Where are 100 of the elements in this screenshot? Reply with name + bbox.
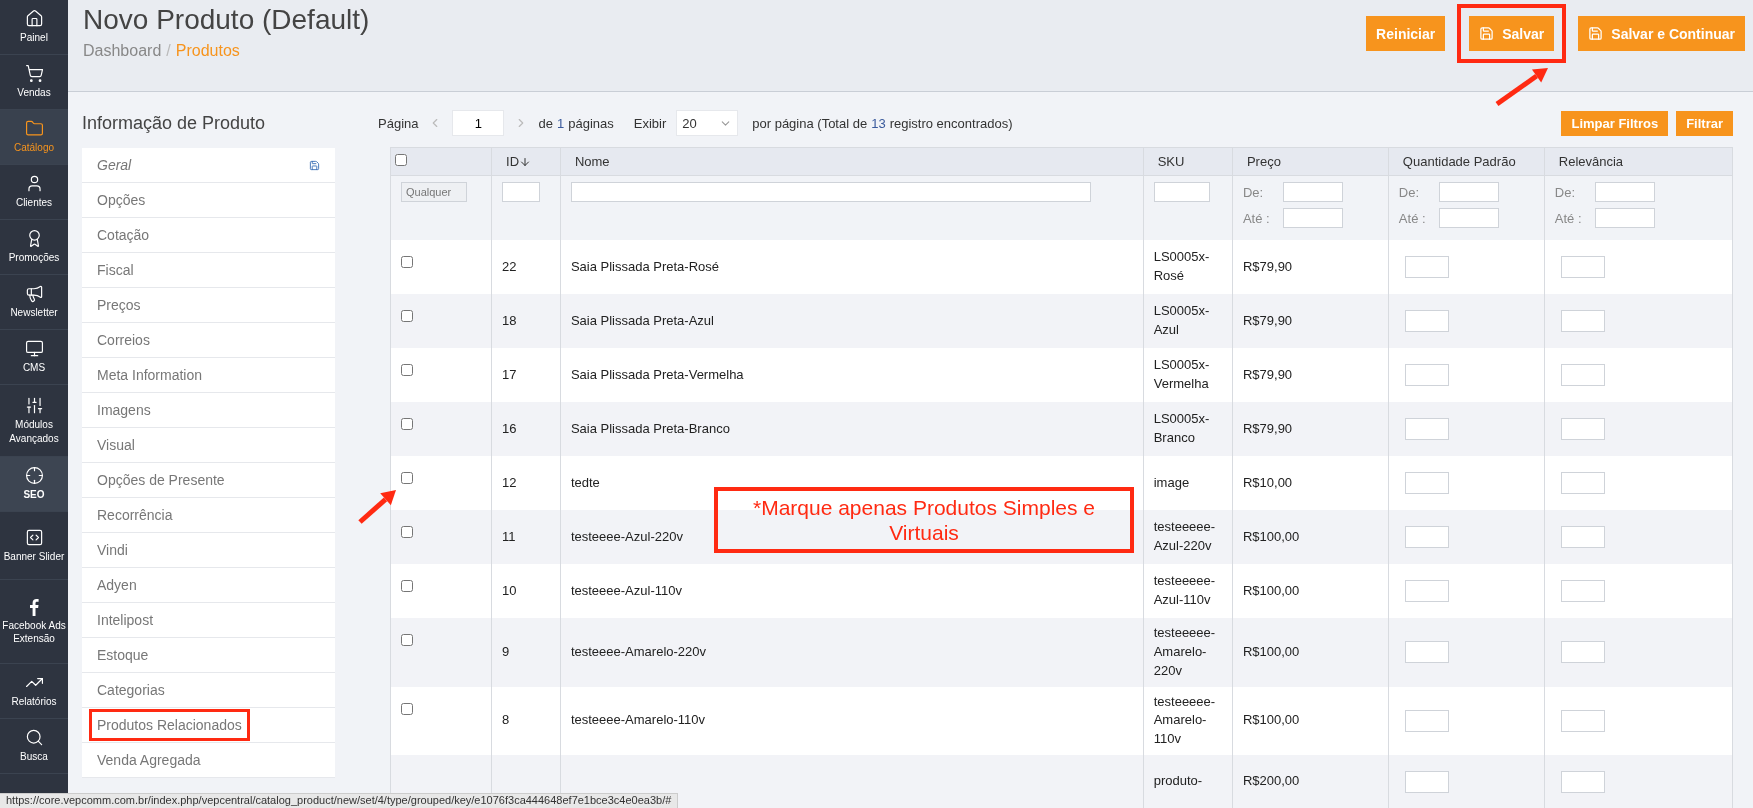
relevance-field[interactable] [1560, 418, 1605, 440]
to-label: Até : [1398, 210, 1426, 226]
quantity-field[interactable] [1404, 526, 1449, 548]
quantity-field[interactable] [1404, 472, 1449, 494]
nav-item[interactable]: Facebook Ads Extensão [0, 580, 68, 664]
nav-icon [24, 466, 44, 486]
page-field[interactable]: 1 [452, 110, 505, 136]
nav-item[interactable]: Banner Slider [0, 512, 68, 580]
price-cell: R$79,90 [1242, 312, 1293, 328]
id-cell: 10 [502, 582, 517, 598]
relevance-field[interactable] [1560, 256, 1605, 278]
relevance-field[interactable] [1560, 770, 1605, 793]
quantity-field[interactable] [1404, 641, 1449, 664]
nav-item[interactable]: Busca [0, 719, 68, 774]
id-cell: 12 [502, 474, 517, 490]
to-field[interactable] [1594, 208, 1655, 228]
quantity-field[interactable] [1404, 310, 1449, 332]
relevance-field[interactable] [1560, 472, 1605, 494]
from-field[interactable] [1594, 182, 1655, 202]
panel-tab[interactable]: Meta Information [82, 358, 335, 393]
pager-label: Página [378, 115, 419, 131]
type-select[interactable]: Qualquer [401, 182, 467, 202]
panel-tab[interactable]: Correios [82, 323, 335, 358]
sku-cell-text: image [1153, 473, 1191, 492]
panel-tab[interactable]: Preços [82, 288, 335, 323]
name-cell: Saia Plissada Preta-Branco [570, 420, 730, 436]
panel-tab[interactable]: Recorrência [82, 498, 335, 533]
column-header[interactable]: SKU [1143, 147, 1233, 176]
nav-item[interactable]: Relatórios [0, 664, 68, 719]
panel-tab[interactable]: Opções [82, 183, 335, 218]
row-checkbox[interactable] [401, 256, 413, 268]
name-cell: Saia Plissada Preta-Azul [570, 312, 714, 328]
relevance-field[interactable] [1560, 364, 1605, 386]
quantity-field[interactable] [1404, 364, 1449, 386]
relevance-field[interactable] [1560, 641, 1605, 664]
relevance-field[interactable] [1560, 709, 1605, 732]
panel-tab[interactable]: Estoque [82, 638, 335, 673]
from-field[interactable] [1438, 182, 1499, 202]
panel-tab[interactable]: Cotação [82, 218, 335, 253]
panel-tab[interactable]: Vindi [82, 533, 335, 568]
row-checkbox[interactable] [401, 580, 413, 592]
sku-cell-text: LS0005x-Azul [1153, 302, 1211, 339]
quantity-field[interactable] [1404, 709, 1449, 732]
nav-item[interactable]: Catálogo [0, 110, 68, 165]
panel-tab[interactable]: Adyen [82, 568, 335, 603]
from-label: De: [1398, 184, 1420, 200]
from-field[interactable] [1282, 182, 1343, 202]
column-header[interactable]: Nome [560, 147, 1144, 176]
panel-tab[interactable]: Opções de Presente [82, 463, 335, 498]
panel-tab[interactable]: Fiscal [82, 253, 335, 288]
select-all-checkbox[interactable] [395, 154, 407, 166]
annotation-arrow [1495, 68, 1548, 107]
nav-item[interactable]: Newsletter [0, 275, 68, 330]
panel-tab[interactable]: Imagens [82, 393, 335, 428]
panel-tab[interactable]: Categorias [82, 673, 335, 708]
column-header[interactable]: Preço [1232, 147, 1389, 176]
row-checkbox[interactable] [401, 418, 413, 430]
breadcrumb-separator: / [166, 42, 171, 60]
column-header[interactable]: Quantidade Padrão [1388, 147, 1545, 176]
to-field[interactable] [1282, 208, 1343, 228]
nav-item[interactable]: Promoções [0, 220, 68, 275]
quantity-field[interactable] [1404, 770, 1449, 793]
id-cell: 11 [502, 528, 516, 544]
panel-tab[interactable]: Intelipost [82, 603, 335, 638]
panel-tab[interactable]: Produtos Relacionados [82, 708, 335, 743]
relevance-field[interactable] [1560, 310, 1605, 332]
row-checkbox[interactable] [401, 702, 413, 715]
save-icon [1588, 26, 1604, 41]
quantity-field[interactable] [1404, 418, 1449, 440]
page-title: Novo Produto (Default) [83, 4, 370, 36]
column-header[interactable]: ID [491, 147, 561, 176]
to-field[interactable] [1438, 208, 1499, 228]
panel-tab[interactable]: Geral [82, 148, 335, 183]
relevance-field[interactable] [1560, 526, 1605, 548]
row-checkbox[interactable] [401, 634, 413, 646]
sku-filter-field[interactable] [1153, 182, 1210, 202]
nav-item[interactable]: Clientes [0, 165, 68, 220]
price-cell: R$79,90 [1242, 258, 1293, 274]
quantity-field[interactable] [1404, 580, 1449, 602]
row-checkbox[interactable] [401, 526, 413, 538]
quantity-field[interactable] [1404, 256, 1449, 278]
id-filter-field[interactable] [502, 182, 541, 202]
panel-tab[interactable]: Visual [82, 428, 335, 463]
nav-item[interactable]: SEO [0, 457, 68, 512]
to-label: Até : [1242, 210, 1270, 226]
column-header[interactable]: Relevância [1544, 147, 1733, 176]
panel-title: Informação de Produto [82, 112, 267, 135]
name-cell: testeeee-Amarelo-110v [570, 712, 706, 728]
row-checkbox[interactable] [401, 364, 413, 376]
relevance-field[interactable] [1560, 580, 1605, 602]
nav-icon [24, 64, 44, 84]
row-checkbox[interactable] [401, 472, 413, 484]
nav-item[interactable]: CMS [0, 330, 68, 385]
save-icon [309, 159, 320, 171]
name-filter-field[interactable] [570, 182, 1091, 202]
name-cell: testeeee-Azul-220v [570, 528, 683, 544]
panel-tab[interactable]: Venda Agregada [82, 743, 335, 778]
per-page-select[interactable]: 20 [676, 110, 739, 136]
row-checkbox[interactable] [401, 310, 413, 322]
breadcrumb-link[interactable]: Dashboard [83, 42, 162, 60]
